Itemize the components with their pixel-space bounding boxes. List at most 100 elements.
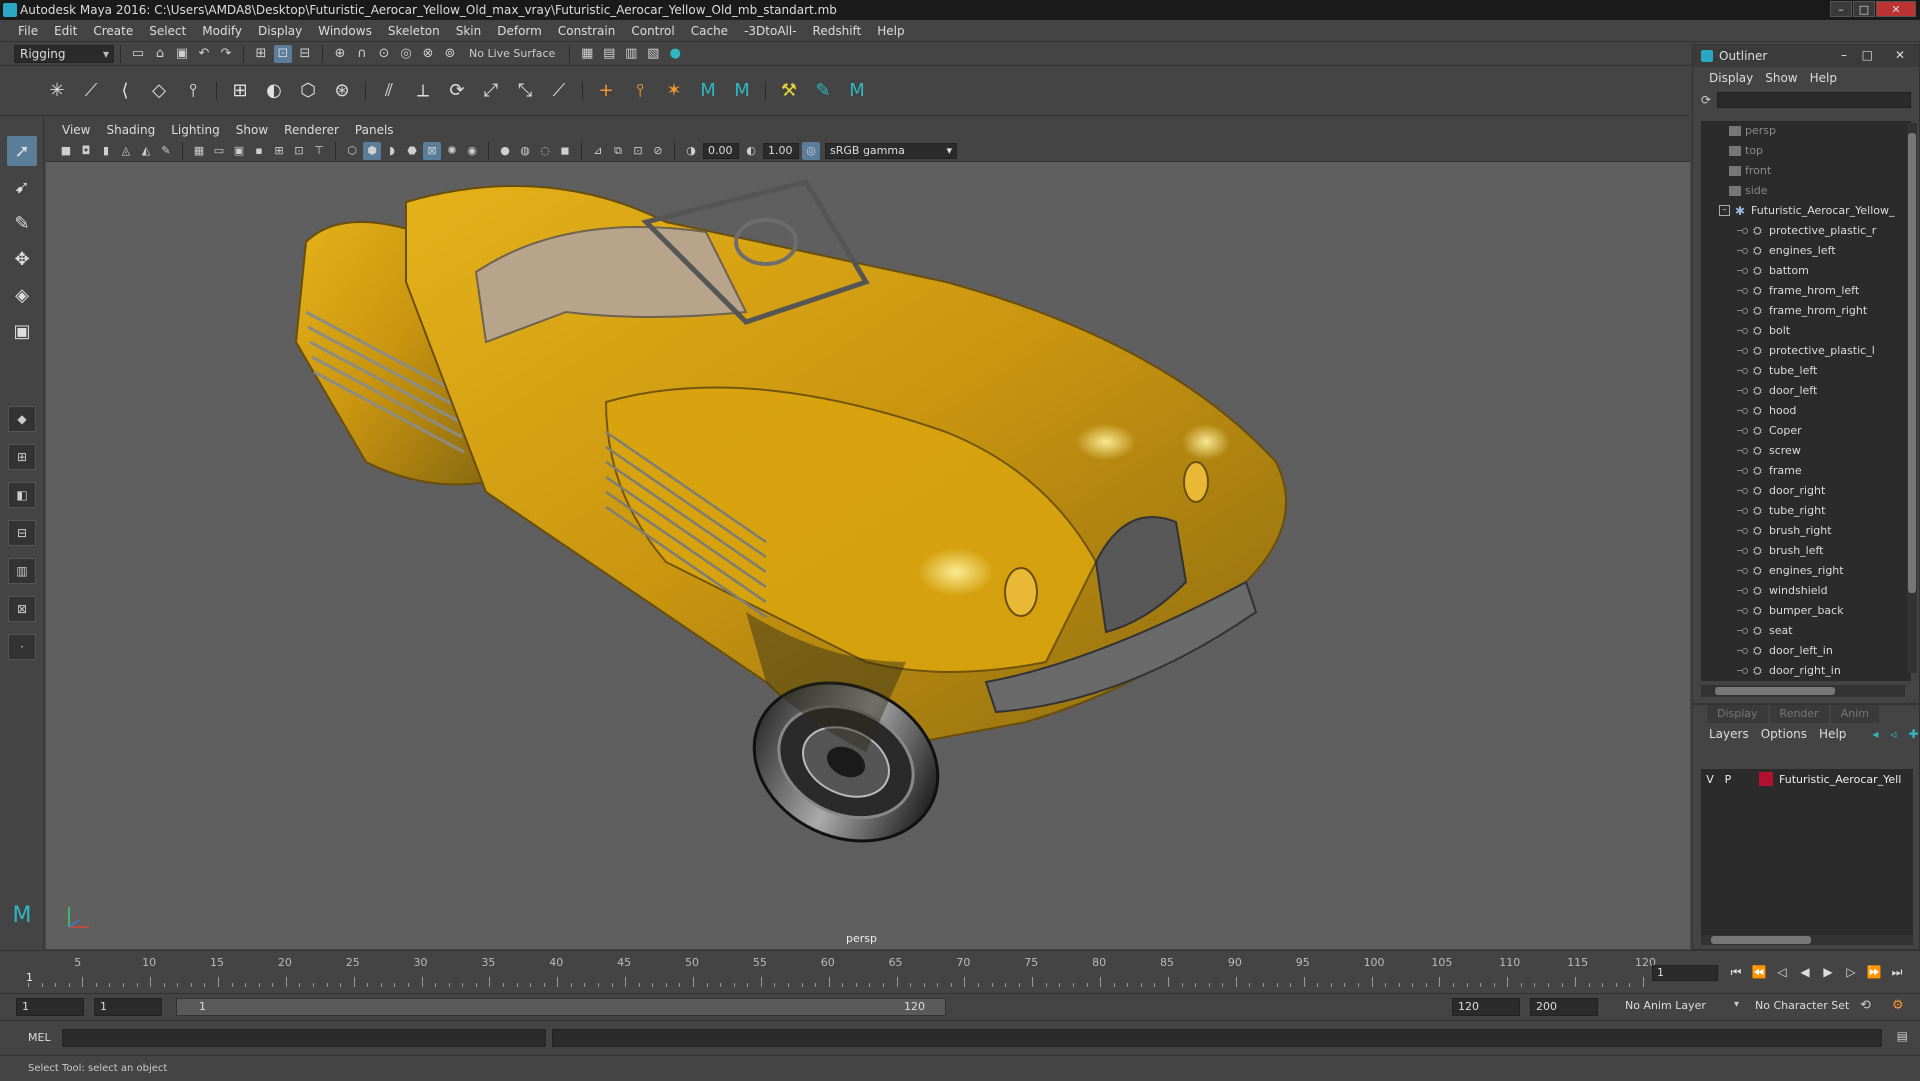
- preferences-icon[interactable]: ⚙: [1892, 998, 1904, 1013]
- tab-display[interactable]: Display: [1707, 705, 1768, 723]
- field-chart-icon[interactable]: ⊞: [270, 142, 288, 160]
- animation-end-field[interactable]: 200: [1530, 998, 1598, 1016]
- move-tool-icon[interactable]: ✥: [7, 244, 37, 274]
- menu-create[interactable]: Create: [85, 24, 141, 38]
- gamma-field[interactable]: 1.00: [763, 142, 799, 159]
- outliner-menu-help[interactable]: Help: [1804, 71, 1843, 85]
- anim-layer-dropdown-icon[interactable]: ▾: [1734, 999, 1739, 1010]
- bind-skin-icon[interactable]: ⊞: [227, 78, 253, 104]
- menu-set-select[interactable]: Rigging: [14, 44, 114, 63]
- locator-icon[interactable]: +: [593, 78, 619, 104]
- bookmark-icon[interactable]: ▮: [97, 142, 115, 160]
- outliner-mesh-row[interactable]: ⛭ battom: [1701, 261, 1911, 281]
- vp-menu-show[interactable]: Show: [228, 123, 276, 137]
- animation-start-field[interactable]: 1: [16, 998, 84, 1016]
- outliner-mesh-row[interactable]: ⛭ bolt: [1701, 321, 1911, 341]
- skin-tool-icon[interactable]: ⚒: [776, 78, 802, 104]
- select-hierarchy-icon[interactable]: ⊞: [252, 45, 270, 63]
- ik-handle-icon[interactable]: ⟋: [78, 78, 104, 104]
- snap-surface-icon[interactable]: ⊗: [419, 45, 437, 63]
- menu-file[interactable]: File: [10, 24, 46, 38]
- cluster-icon[interactable]: ⫯: [627, 78, 653, 104]
- script-language-label[interactable]: MEL: [28, 1031, 51, 1044]
- mel-command-input[interactable]: [62, 1029, 546, 1047]
- outliner-camera-row[interactable]: front: [1701, 161, 1911, 181]
- undo-icon[interactable]: ↶: [195, 45, 213, 63]
- vp-menu-lighting[interactable]: Lighting: [163, 123, 228, 137]
- go-to-end-icon[interactable]: ⏭: [1887, 963, 1907, 981]
- orient-constraint-icon[interactable]: ⟳: [444, 78, 470, 104]
- menu-windows[interactable]: Windows: [310, 24, 380, 38]
- range-bar[interactable]: 1 120: [176, 998, 946, 1016]
- outliner-mesh-row[interactable]: ⛭ Coper: [1701, 421, 1911, 441]
- grid-icon[interactable]: ▦: [190, 142, 208, 160]
- scale-tool-icon[interactable]: ▣: [7, 316, 37, 346]
- lights-icon[interactable]: ✺: [443, 142, 461, 160]
- outliner-camera-row[interactable]: persp: [1701, 121, 1911, 141]
- joint-tool-icon[interactable]: ✳: [44, 78, 70, 104]
- menu-redshift[interactable]: Redshift: [805, 24, 870, 38]
- scrollbar-thumb[interactable]: [1715, 687, 1835, 695]
- skin-paint-icon[interactable]: ✎: [810, 78, 836, 104]
- move-layer-up-icon[interactable]: ◂: [1866, 727, 1884, 741]
- maya-script-2-icon[interactable]: M: [729, 78, 755, 104]
- snap-curve-icon[interactable]: ∩: [353, 45, 371, 63]
- gate-mask-icon[interactable]: ▪: [250, 142, 268, 160]
- outliner-maximize-icon[interactable]: □: [1862, 48, 1873, 62]
- persp-hypershade-icon[interactable]: ▥: [8, 558, 36, 584]
- menu-deform[interactable]: Deform: [489, 24, 550, 38]
- hypershade-icon[interactable]: ●: [666, 45, 684, 63]
- refresh-icon[interactable]: ⟳: [1701, 93, 1711, 107]
- outliner-close-icon[interactable]: ✕: [1895, 48, 1905, 62]
- outliner-mesh-row[interactable]: ⛭ tube_left: [1701, 361, 1911, 381]
- make-live-icon[interactable]: ⊚: [441, 45, 459, 63]
- isolate-select-icon[interactable]: ⊿: [589, 142, 607, 160]
- outliner-mesh-row[interactable]: ⛭ seat: [1701, 621, 1911, 641]
- script-editor-icon[interactable]: ▤: [1897, 1029, 1908, 1043]
- render-view-icon[interactable]: ▤: [600, 45, 618, 63]
- maya-script-3-icon[interactable]: M: [844, 78, 870, 104]
- lasso-tool-icon[interactable]: ➹: [7, 172, 37, 202]
- outliner-mesh-row[interactable]: ⛭ brush_right: [1701, 521, 1911, 541]
- outliner-mesh-row[interactable]: ⛭ protective_plastic_l: [1701, 341, 1911, 361]
- current-frame-field[interactable]: 1: [1652, 965, 1718, 981]
- redo-icon[interactable]: ↷: [217, 45, 235, 63]
- exposure-field[interactable]: 0.00: [703, 142, 739, 159]
- layer-menu-help[interactable]: Help: [1813, 727, 1852, 741]
- xray-joints-icon[interactable]: ⊡: [629, 142, 647, 160]
- persp-outliner-icon[interactable]: ◧: [8, 482, 36, 508]
- outliner-vertical-scrollbar[interactable]: [1907, 123, 1917, 673]
- go-to-start-icon[interactable]: ⏮: [1726, 963, 1746, 981]
- scrollbar-thumb[interactable]: [1711, 936, 1811, 944]
- new-layer-selected-icon[interactable]: ✚: [1902, 727, 1920, 741]
- two-d-pan-icon[interactable]: ◭: [137, 142, 155, 160]
- xray-icon[interactable]: ⧉: [609, 142, 627, 160]
- snap-view-icon[interactable]: ◎: [397, 45, 415, 63]
- menu-cache[interactable]: Cache: [683, 24, 736, 38]
- open-scene-icon[interactable]: ⌂: [151, 45, 169, 63]
- move-layer-down-icon[interactable]: ◃: [1884, 727, 1902, 741]
- flat-shade-icon[interactable]: ◗: [383, 142, 401, 160]
- step-back-frame-icon[interactable]: ◁: [1772, 963, 1792, 981]
- safe-action-icon[interactable]: ⊡: [290, 142, 308, 160]
- outliner-menu-show[interactable]: Show: [1759, 71, 1803, 85]
- playback-end-field[interactable]: 120: [1452, 998, 1520, 1016]
- xray-components-icon[interactable]: ⊘: [649, 142, 667, 160]
- new-scene-icon[interactable]: ▭: [129, 45, 147, 63]
- parent-constraint-icon[interactable]: ⤡: [512, 78, 538, 104]
- outliner-tree[interactable]: persp top front side – ✱ Futuristic_Aero…: [1701, 121, 1911, 681]
- select-tool-icon[interactable]: ➚: [7, 136, 37, 166]
- scale-constraint-icon[interactable]: ⤢: [478, 78, 504, 104]
- color-management-icon[interactable]: ◎: [802, 141, 820, 160]
- outliner-camera-row[interactable]: top: [1701, 141, 1911, 161]
- mirror-joint-icon[interactable]: ⫯: [180, 78, 206, 104]
- maya-script-icon[interactable]: M: [695, 78, 721, 104]
- outliner-mesh-row[interactable]: ⛭ frame_hrom_right: [1701, 301, 1911, 321]
- persp-channel-icon[interactable]: ⊠: [8, 596, 36, 622]
- wrap-icon[interactable]: ⊛: [329, 78, 355, 104]
- vp-menu-renderer[interactable]: Renderer: [276, 123, 347, 137]
- render-settings-icon[interactable]: ▦: [578, 45, 596, 63]
- ipr-render-icon[interactable]: ▧: [644, 45, 662, 63]
- ambient-occlusion-icon[interactable]: ●: [496, 142, 514, 160]
- point-constraint-icon[interactable]: ⫽: [376, 78, 402, 104]
